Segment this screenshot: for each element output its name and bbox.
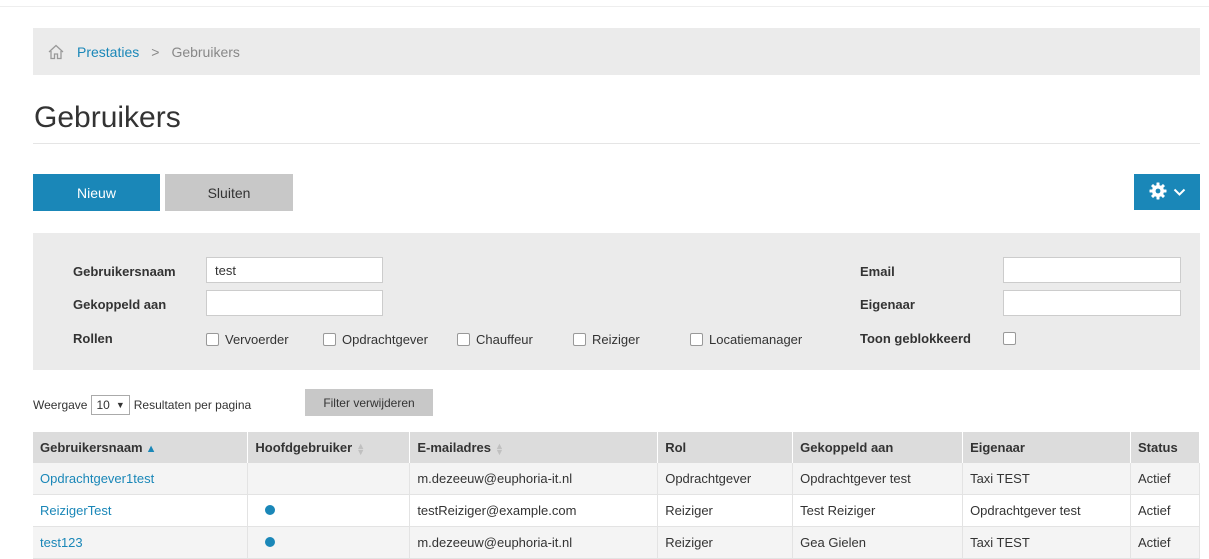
cell-username[interactable]: Opdrachtgever1test [33, 463, 249, 495]
cell-username[interactable]: ReizigerTest [33, 494, 249, 527]
table-row[interactable]: ReizigerTest testReiziger@example.com Re… [33, 494, 1201, 527]
settings-dropdown-button[interactable] [1134, 174, 1200, 210]
column-header-linked[interactable]: Gekoppeld aan [792, 432, 964, 463]
table-row[interactable]: test123 m.dezeeuw@euphoria-it.nl Reizige… [33, 526, 1201, 559]
show-blocked-checkbox[interactable] [1003, 332, 1016, 345]
owner-filter-label: Eigenaar [860, 297, 915, 312]
column-header-email[interactable]: E-mailadres ▲ ▼ [409, 432, 659, 463]
role-checkbox[interactable] [323, 333, 336, 346]
role-label: Reiziger [592, 332, 640, 347]
cell-email: m.dezeeuw@euphoria-it.nl [409, 463, 659, 495]
cell-linked: Test Reiziger [792, 494, 964, 527]
cell-username[interactable]: test123 [33, 526, 249, 559]
owner-filter-input[interactable] [1003, 290, 1181, 316]
cell-email: testReiziger@example.com [409, 494, 659, 527]
page-size-control: Weergave 10 ▼ Resultaten per pagina [33, 395, 251, 415]
cell-status: Actief [1130, 526, 1201, 559]
breadcrumb-current: Gebruikers [171, 43, 240, 60]
user-link[interactable]: ReizigerTest [40, 503, 112, 518]
page-size-value: 10 [96, 398, 110, 412]
user-link[interactable]: test123 [40, 535, 83, 550]
breadcrumb: Prestaties > Gebruikers [33, 28, 1200, 75]
username-filter-input[interactable] [206, 257, 383, 283]
role-checkbox[interactable] [206, 333, 219, 346]
cell-status: Actief [1130, 494, 1201, 527]
role-checkbox[interactable] [573, 333, 586, 346]
title-divider [33, 143, 1200, 144]
role-option-locatiemanager[interactable]: Locatiemanager [690, 332, 802, 347]
cell-linked: Opdrachtgever test [792, 463, 964, 495]
gear-icon [1148, 181, 1168, 204]
role-label: Locatiemanager [709, 332, 803, 347]
column-header-role[interactable]: Rol [657, 432, 794, 463]
cell-linked: Gea Gielen [792, 526, 964, 559]
column-header-username[interactable]: Gebruikersnaam ▲ [33, 432, 249, 463]
roles-filter-label: Rollen [73, 331, 113, 346]
column-header-main-user[interactable]: Hoofdgebruiker ▲ ▼ [247, 432, 411, 463]
linked-filter-input[interactable] [206, 290, 383, 316]
remove-filter-button[interactable]: Filter verwijderen [305, 389, 433, 416]
table-row[interactable]: Opdrachtgever1test m.dezeeuw@euphoria-it… [33, 463, 1201, 495]
page-title: Gebruikers [34, 101, 181, 134]
user-link[interactable]: Opdrachtgever1test [40, 471, 154, 486]
main-user-indicator [265, 505, 276, 515]
cell-owner: Opdrachtgever test [962, 494, 1131, 527]
caret-down-icon: ▼ [115, 400, 125, 410]
sort-ascending-icon: ▲ [145, 443, 157, 455]
role-option-chauffeur[interactable]: Chauffeur [457, 332, 533, 347]
filter-panel: Gebruikersnaam Gekoppeld aan Rollen Verv… [33, 233, 1200, 370]
column-header-status[interactable]: Status [1130, 432, 1201, 463]
username-filter-label: Gebruikersnaam [73, 264, 176, 279]
role-option-vervoerder[interactable]: Vervoerder [206, 332, 289, 347]
role-checkbox[interactable] [690, 333, 703, 346]
breadcrumb-link-prestaties[interactable]: Prestaties [77, 44, 139, 60]
breadcrumb-separator: > [151, 43, 160, 60]
cell-role: Reiziger [657, 494, 794, 527]
role-label: Opdrachtgever [342, 332, 428, 347]
show-blocked-label: Toon geblokkeerd [860, 331, 971, 346]
linked-filter-label: Gekoppeld aan [73, 297, 167, 312]
page-size-select[interactable]: 10 ▼ [91, 395, 130, 415]
users-table: Gebruikersnaam ▲ Hoofdgebruiker ▲ ▼ E-maila… [33, 432, 1201, 559]
cell-status: Actief [1130, 463, 1201, 495]
email-filter-label: Email [860, 264, 895, 279]
main-user-indicator [265, 537, 276, 547]
page-size-suffix: Resultaten per pagina [133, 398, 252, 412]
cell-owner: Taxi TEST [962, 526, 1131, 559]
page-size-prefix: Weergave [33, 398, 88, 412]
cell-email: m.dezeeuw@euphoria-it.nl [409, 526, 659, 559]
home-icon[interactable] [47, 43, 65, 61]
role-checkbox[interactable] [457, 333, 470, 346]
role-option-opdrachtgever[interactable]: Opdrachtgever [323, 332, 428, 347]
cell-role: Reiziger [657, 526, 794, 559]
table-header-row: Gebruikersnaam ▲ Hoofdgebruiker ▲ ▼ E-maila… [33, 432, 1201, 463]
cell-main-user [247, 526, 411, 559]
cell-main-user [247, 463, 411, 495]
new-button[interactable]: Nieuw [33, 174, 160, 211]
role-label: Chauffeur [476, 332, 533, 347]
cell-owner: Taxi TEST [962, 463, 1131, 495]
role-label: Vervoerder [225, 332, 289, 347]
sort-icon: ▲ ▼ [495, 440, 504, 457]
column-header-owner[interactable]: Eigenaar [962, 432, 1131, 463]
chevron-down-icon [1173, 184, 1186, 200]
top-divider [0, 6, 1209, 7]
role-option-reiziger[interactable]: Reiziger [573, 332, 640, 347]
close-button[interactable]: Sluiten [165, 174, 293, 211]
cell-main-user [247, 494, 411, 527]
email-filter-input[interactable] [1003, 257, 1181, 283]
sort-icon: ▲ ▼ [356, 440, 366, 457]
cell-role: Opdrachtgever [657, 463, 794, 495]
